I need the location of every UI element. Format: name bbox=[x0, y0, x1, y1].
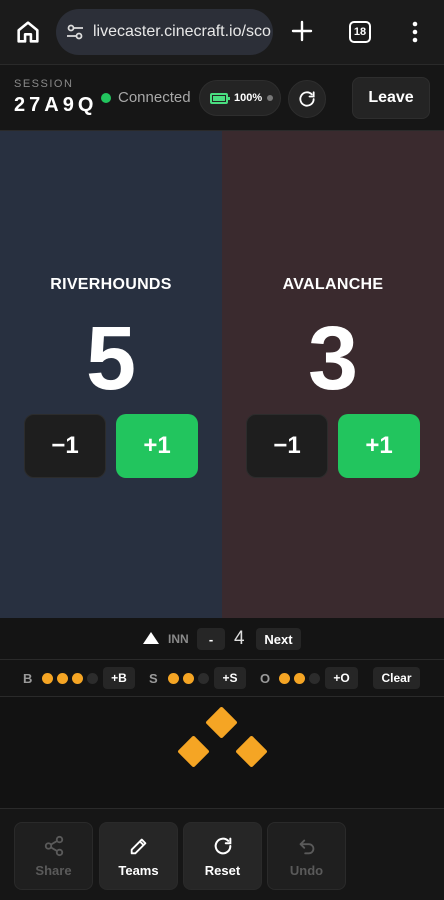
outs-label: O bbox=[260, 671, 271, 686]
out-dot bbox=[294, 673, 305, 684]
team-score: 5 bbox=[85, 309, 137, 409]
battery-status-dot-icon bbox=[267, 95, 274, 101]
reset-icon bbox=[214, 837, 231, 854]
teams-label: Teams bbox=[118, 862, 159, 878]
bases-diamond bbox=[0, 697, 444, 808]
refresh-button[interactable] bbox=[288, 80, 326, 118]
top-inning-arrow-icon[interactable] bbox=[143, 632, 159, 644]
add-out-button[interactable]: +O bbox=[325, 667, 358, 689]
leave-button[interactable]: Leave bbox=[352, 77, 430, 119]
home-icon[interactable] bbox=[14, 18, 42, 46]
tab-count: 18 bbox=[353, 26, 367, 38]
team-panel-away: AVALANCHE 3 −1 +1 bbox=[222, 131, 444, 618]
undo-label: Undo bbox=[289, 862, 324, 878]
inning-label: INN bbox=[168, 632, 189, 646]
score-increment-button[interactable]: +1 bbox=[338, 414, 420, 478]
battery-icon bbox=[210, 92, 230, 104]
status-text: Connected bbox=[118, 89, 191, 106]
score-decrement-button[interactable]: −1 bbox=[24, 414, 106, 478]
ball-dot bbox=[72, 673, 83, 684]
connection-status: Connected bbox=[101, 89, 191, 106]
status-dot-icon bbox=[101, 92, 111, 103]
site-settings-icon[interactable] bbox=[65, 22, 85, 42]
second-base[interactable] bbox=[205, 706, 238, 739]
undo-button[interactable]: Undo bbox=[267, 822, 346, 890]
out-dot bbox=[279, 673, 290, 684]
ball-dot bbox=[57, 673, 68, 684]
session-label: SESSION bbox=[14, 78, 74, 90]
battery-indicator: 100% bbox=[199, 80, 281, 116]
refresh-icon bbox=[299, 91, 315, 107]
url-text[interactable]: livecaster.cinecraft.io/sco bbox=[93, 23, 271, 41]
strike-dot bbox=[168, 673, 179, 684]
ball-dot bbox=[87, 673, 98, 684]
score-increment-button[interactable]: +1 bbox=[116, 414, 198, 478]
battery-level: 100% bbox=[234, 92, 263, 104]
teams-button[interactable]: Teams bbox=[99, 822, 178, 890]
more-menu-icon[interactable] bbox=[405, 20, 425, 44]
balls-label: B bbox=[23, 671, 33, 686]
address-bar[interactable]: livecaster.cinecraft.io/sco bbox=[56, 9, 273, 55]
reset-label: Reset bbox=[204, 862, 241, 878]
ball-dot bbox=[42, 673, 53, 684]
add-strike-button[interactable]: +S bbox=[214, 667, 246, 689]
share-label: Share bbox=[35, 862, 72, 878]
inning-decrement-button[interactable]: - bbox=[197, 628, 225, 650]
team-score: 3 bbox=[307, 309, 359, 409]
inning-control: INN - 4 Next bbox=[0, 618, 444, 660]
pencil-icon bbox=[130, 838, 146, 854]
new-tab-icon[interactable] bbox=[290, 19, 314, 43]
third-base[interactable] bbox=[177, 735, 210, 768]
share-icon bbox=[44, 835, 63, 856]
out-dot bbox=[309, 673, 320, 684]
reset-button[interactable]: Reset bbox=[183, 822, 262, 890]
count-control: B +B S +S O +O Clear bbox=[0, 660, 444, 697]
bottom-toolbar: Share Teams Reset Undo bbox=[0, 808, 444, 900]
strike-dot bbox=[183, 673, 194, 684]
session-header: SESSION 27A9Q Connected 100% Leave bbox=[0, 64, 444, 131]
team-name: RIVERHOUNDS bbox=[50, 276, 172, 293]
inning-next-button[interactable]: Next bbox=[256, 628, 301, 650]
clear-count-button[interactable]: Clear bbox=[373, 667, 420, 689]
tab-switcher-button[interactable]: 18 bbox=[349, 21, 371, 43]
strikes-label: S bbox=[149, 671, 158, 686]
team-panel-home: RIVERHOUNDS 5 −1 +1 bbox=[0, 131, 222, 618]
score-decrement-button[interactable]: −1 bbox=[246, 414, 328, 478]
add-ball-button[interactable]: +B bbox=[103, 667, 135, 689]
share-button[interactable]: Share bbox=[14, 822, 93, 890]
browser-toolbar: livecaster.cinecraft.io/sco 18 bbox=[0, 0, 444, 64]
strike-dot bbox=[198, 673, 209, 684]
session-code: 27A9Q bbox=[14, 94, 98, 116]
inning-value: 4 bbox=[234, 628, 245, 649]
team-name: AVALANCHE bbox=[282, 276, 384, 293]
first-base[interactable] bbox=[235, 735, 268, 768]
undo-icon bbox=[299, 839, 314, 854]
